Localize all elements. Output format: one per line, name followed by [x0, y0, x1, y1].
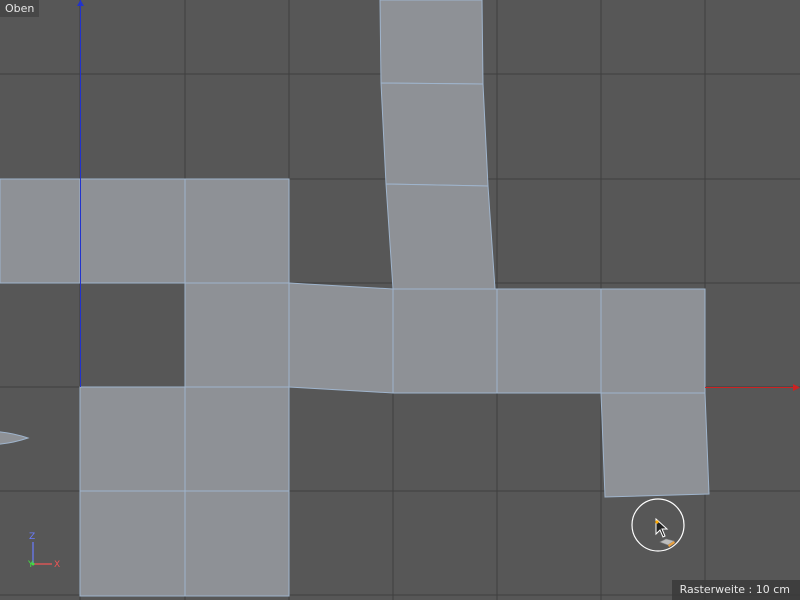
polygon[interactable] [184, 178, 290, 284]
view-name-label[interactable]: Oben [0, 0, 40, 17]
polygon[interactable] [184, 490, 290, 597]
polygon[interactable] [79, 386, 186, 492]
polygon[interactable] [379, 0, 484, 85]
polygon[interactable] [496, 288, 602, 394]
polygon[interactable] [184, 386, 290, 492]
polygon[interactable] [600, 392, 710, 498]
polygon[interactable] [0, 178, 81, 284]
brush-cursor-icon [630, 497, 686, 553]
polygon[interactable] [184, 282, 290, 388]
gizmo-y-label: Y [28, 560, 34, 570]
polygon[interactable] [79, 178, 186, 284]
axis-gizmo-icon: Z Y X [22, 532, 72, 582]
polygon-mesh[interactable] [0, 0, 710, 597]
gizmo-z-label: Z [29, 532, 36, 542]
polygon[interactable] [392, 288, 498, 394]
grid-spacing-readout: Rasterweite : 10 cm [671, 580, 800, 600]
polygon[interactable] [0, 431, 30, 445]
polygon[interactable] [79, 490, 186, 597]
polygon[interactable] [385, 183, 496, 290]
polygon[interactable] [380, 82, 489, 187]
polygon[interactable] [600, 288, 706, 394]
3d-viewport[interactable]: Oben Z Y X Rasterweite : 10 cm [0, 0, 800, 600]
gizmo-x-label: X [54, 560, 61, 570]
polygon[interactable] [288, 282, 394, 394]
